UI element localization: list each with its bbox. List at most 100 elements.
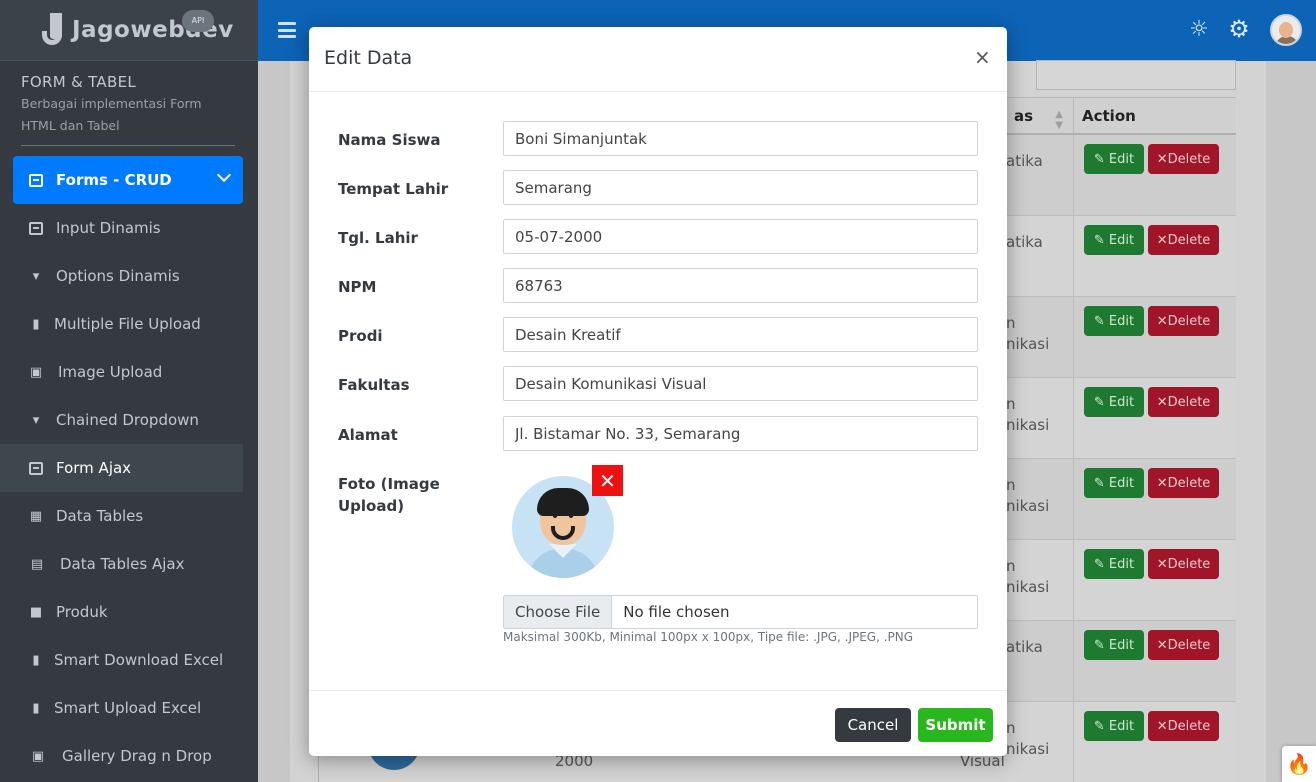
sidebar-item-smart-upload-excel[interactable]: ▮ Smart Upload Excel [0, 684, 258, 732]
edit-button[interactable]: ✎ Edit [1084, 711, 1144, 741]
table-row: n nikasi ✎ Edit ✕ Delete [1006, 540, 1236, 621]
edit-icon: ✎ [1093, 313, 1109, 329]
table-row: n nikasi ✎ Edit ✕ Delete [1006, 378, 1236, 459]
delete-button[interactable]: ✕ Delete [1148, 549, 1219, 579]
sidebar-item-gallery-drag-n-drop[interactable]: ▣ Gallery Drag n Drop [0, 732, 258, 780]
edit-button[interactable]: ✎ Edit [1084, 630, 1144, 660]
codeigniter-flame-icon[interactable]: 🔥 [1282, 746, 1316, 782]
bag-icon: ■ [29, 604, 43, 620]
edit-button[interactable]: ✎ Edit [1084, 306, 1144, 336]
table-cell-action: ✎ Edit ✕ Delete [1074, 216, 1219, 296]
sidebar-item-input-dinamis[interactable]: Input Dinamis [0, 204, 258, 252]
delete-button[interactable]: ✕ Delete [1148, 387, 1219, 417]
npm-label: NPM [338, 278, 377, 296]
alamat-label: Alamat [338, 426, 398, 444]
remove-photo-close-icon[interactable]: ✕ [592, 465, 623, 496]
nama-siswa-label: Nama Siswa [338, 131, 441, 149]
sidebar-item-form-ajax[interactable]: Form Ajax [0, 444, 243, 492]
sidebar-item-multiple-file-upload[interactable]: ▮ Multiple File Upload [0, 300, 258, 348]
sidebar-section-title: FORM & TABEL [21, 73, 137, 91]
brand[interactable]: Jagowebdev API [0, 0, 258, 61]
sidebar-item-options-dinamis[interactable]: ▾ Options Dinamis [0, 252, 258, 300]
sidebar-item-data-tables[interactable]: ▦ Data Tables [0, 492, 258, 540]
close-icon: ✕ [1156, 556, 1168, 572]
sidebar-section-subtitle: Berbagai implementasi Form HTML dan Tabe… [21, 96, 202, 133]
close-icon: ✕ [1156, 637, 1168, 653]
tempat-lahir-label: Tempat Lahir [338, 180, 449, 198]
menu-toggle-icon[interactable] [278, 22, 296, 38]
close-icon: ✕ [1156, 232, 1168, 248]
id-card-icon: ▤ [30, 556, 44, 572]
delete-button[interactable]: ✕ Delete [1148, 711, 1219, 741]
file-upload-input[interactable]: Choose File No file chosen [503, 595, 978, 629]
alamat-input[interactable] [503, 416, 978, 451]
fakultas-input[interactable] [503, 366, 978, 401]
table-cell-kelas: atika [1006, 135, 1074, 215]
sidebar-item-label: Data Tables [56, 507, 144, 525]
table-cell-action: ✎ Edit ✕ Delete [1074, 378, 1219, 458]
choose-file-button[interactable]: Choose File [504, 596, 613, 628]
edit-button[interactable]: ✎ Edit [1084, 387, 1144, 417]
table-cell-kelas: atika [1006, 621, 1074, 701]
table-cell-kelas: atika [1006, 216, 1074, 296]
fakultas-label: Fakultas [338, 376, 410, 394]
delete-button[interactable]: ✕ Delete [1148, 468, 1219, 498]
sidebar-item-forms-crud[interactable]: Forms - CRUD [13, 156, 243, 204]
edit-icon: ✎ [1093, 151, 1109, 167]
sidebar-item-produk[interactable]: ■ Produk [0, 588, 258, 636]
theme-toggle-sun-icon[interactable]: ☼ [1188, 19, 1210, 41]
delete-button[interactable]: ✕ Delete [1148, 225, 1219, 255]
modal-title: Edit Data [324, 47, 413, 69]
search-input[interactable] [1036, 60, 1236, 90]
edit-button[interactable]: ✎ Edit [1084, 225, 1144, 255]
sidebar-item-label: Gallery Drag n Drop [62, 747, 212, 765]
tempat-lahir-input[interactable] [503, 170, 978, 205]
close-icon: ✕ [1156, 718, 1168, 734]
delete-button[interactable]: ✕ Delete [1148, 306, 1219, 336]
sidebar-item-smart-download-excel[interactable]: ▮ Smart Download Excel [0, 636, 258, 684]
nama-siswa-input[interactable] [503, 121, 978, 156]
edit-button[interactable]: ✎ Edit [1084, 468, 1144, 498]
prodi-input[interactable] [503, 317, 978, 352]
table-row: atika ✎ Edit ✕ Delete [1006, 216, 1236, 297]
sidebar-item-label: Input Dinamis [56, 219, 161, 237]
table-cell-kelas: n nikasi [1006, 540, 1074, 620]
tgl-lahir-input[interactable] [503, 219, 978, 254]
delete-button[interactable]: ✕ Delete [1148, 630, 1219, 660]
close-icon: ✕ [1156, 394, 1168, 410]
sidebar-item-label: Chained Dropdown [56, 411, 199, 429]
table-row: n nikasi ✎ Edit ✕ Delete [1006, 459, 1236, 540]
edit-data-modal: Edit Data × Nama Siswa Tempat Lahir Tgl.… [309, 27, 1007, 756]
form-icon [28, 220, 44, 236]
edit-icon: ✎ [1093, 637, 1109, 653]
npm-input[interactable] [503, 268, 978, 303]
edit-icon: ✎ [1093, 232, 1109, 248]
table-row: atika ✎ Edit ✕ Delete [1006, 621, 1236, 702]
settings-gear-icon[interactable]: ⚙ [1228, 17, 1250, 41]
user-avatar[interactable] [1270, 14, 1302, 46]
edit-button[interactable]: ✎ Edit [1084, 549, 1144, 579]
table-cell-kelas: n nikasi [1006, 297, 1074, 377]
form-row-foto: Foto (Image Upload) [338, 465, 978, 525]
sidebar-item-label: Produk [56, 603, 108, 621]
sidebar-item-data-tables-ajax[interactable]: ▤ Data Tables Ajax [0, 540, 258, 588]
column-header-kelas[interactable]: as ▲ ▼ [1006, 98, 1074, 133]
close-icon: ✕ [1156, 475, 1168, 491]
file-download-icon: ▮ [32, 652, 40, 668]
sort-icon: ▲ ▼ [1055, 109, 1063, 131]
sidebar-item-image-upload[interactable]: ▣ Image Upload [0, 348, 258, 396]
submit-button[interactable]: Submit [918, 708, 993, 742]
cancel-button[interactable]: Cancel [835, 708, 911, 742]
table-cell-kelas: n nikasi [1006, 702, 1074, 782]
delete-button[interactable]: ✕ Delete [1148, 144, 1219, 174]
table-cell-action: ✎ Edit ✕ Delete [1074, 297, 1219, 377]
table-icon: ▦ [29, 508, 43, 524]
sidebar-item-chained-dropdown[interactable]: ▾ Chained Dropdown [0, 396, 258, 444]
close-icon[interactable]: × [974, 46, 991, 68]
sidebar-item-label: Multiple File Upload [54, 315, 201, 333]
form-row-tempat-lahir: Tempat Lahir [338, 170, 978, 205]
edit-button[interactable]: ✎ Edit [1084, 144, 1144, 174]
image-icon: ▣ [29, 364, 43, 380]
form-row-alamat: Alamat [338, 416, 978, 451]
table-cell-action: ✎ Edit ✕ Delete [1074, 459, 1219, 539]
